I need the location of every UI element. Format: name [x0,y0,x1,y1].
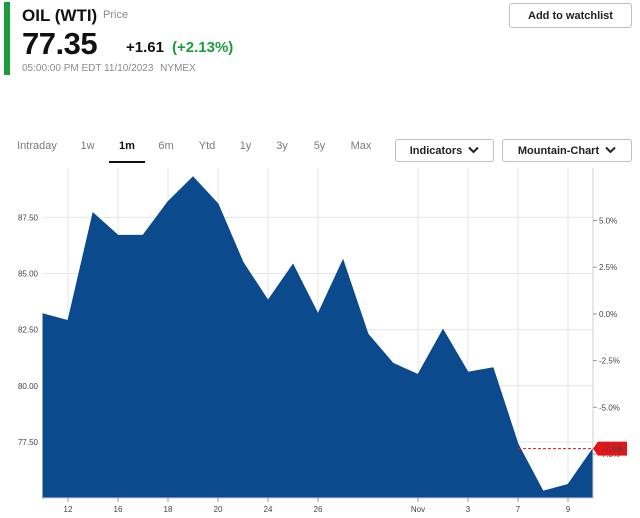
tab-5y[interactable]: 5y [300,133,339,163]
price-chart-svg: 87.50 85.00 82.50 80.00 77.50 5.0% 2.5% 0.0% -2.… [18,168,627,514]
price-change-absolute: +1.61 [126,39,164,56]
chart-type-label: Mountain-Chart [517,144,600,157]
quote-timestamp: 05:00:00 PM EDT 11/10/2023 [22,63,154,74]
quote-meta: 05:00:00 PM EDT 11/10/2023 NYMEX [22,63,200,74]
y-axis-right-tick-label: -2.5% [599,357,620,366]
indicators-dropdown[interactable]: Indicators [395,139,494,162]
add-to-watchlist-button[interactable]: Add to watchlist [509,3,632,28]
chevron-down-icon [468,145,479,157]
x-axis-tick-label: 3 [466,505,471,514]
tab-max[interactable]: Max [339,133,383,163]
y-axis-right-tick-label: 2.5% [599,263,617,272]
x-axis-tick-label: 7 [516,505,521,514]
x-axis-tick-label: 24 [264,505,273,514]
tab-1w[interactable]: 1w [66,133,109,163]
chevron-down-icon [605,145,616,157]
x-axis-tick-label: Nov [411,505,425,514]
time-range-tabs: Intraday 1w 1m 6m Ytd 1y 3y 5y Max [8,133,383,163]
tab-1m[interactable]: 1m [109,133,145,163]
y-axis-right-tick-label: 0.0% [599,310,617,319]
price-change-percent: (+2.13%) [172,39,234,56]
y-axis-left-tick-label: 87.50 [18,213,39,222]
x-axis-tick-label: 20 [214,505,223,514]
y-axis-right-tick-label: -5.0% [599,403,620,412]
quote-header: OIL (WTI) Price 77.35 +1.61 (+2.13%) 05:… [0,0,640,80]
price-label: Price [103,9,129,21]
exchange-name: NYMEX [160,63,196,74]
current-change-label: -7.6% [603,445,624,454]
y-axis-left-tick-label: 77.50 [18,438,39,447]
chart-type-dropdown[interactable]: Mountain-Chart [502,139,632,162]
y-axis-left-tick-label: 80.00 [18,382,39,391]
tab-1y[interactable]: 1y [227,133,264,163]
last-price: 77.35 [22,26,98,61]
instrument-name: OIL (WTI) [22,6,98,25]
x-axis-tick-label: 9 [566,505,571,514]
x-axis-tick-label: 18 [164,505,173,514]
x-axis-tick-label: 16 [114,505,123,514]
y-axis-right-tick-label: 5.0% [599,217,617,226]
accent-bar [4,2,10,75]
y-axis-left-tick-label: 82.50 [18,326,39,335]
tab-6m[interactable]: 6m [145,133,187,163]
price-chart[interactable]: 87.50 85.00 82.50 80.00 77.50 5.0% 2.5% 0.0% -2.… [0,166,640,518]
tab-intraday[interactable]: Intraday [8,133,66,163]
x-axis-tick-label: 26 [314,505,323,514]
y-axis-left-tick-label: 85.00 [18,270,39,279]
tab-ytd[interactable]: Ytd [187,133,227,163]
tab-3y[interactable]: 3y [264,133,300,163]
x-axis-tick-label: 12 [64,505,73,514]
indicators-label: Indicators [409,144,463,157]
